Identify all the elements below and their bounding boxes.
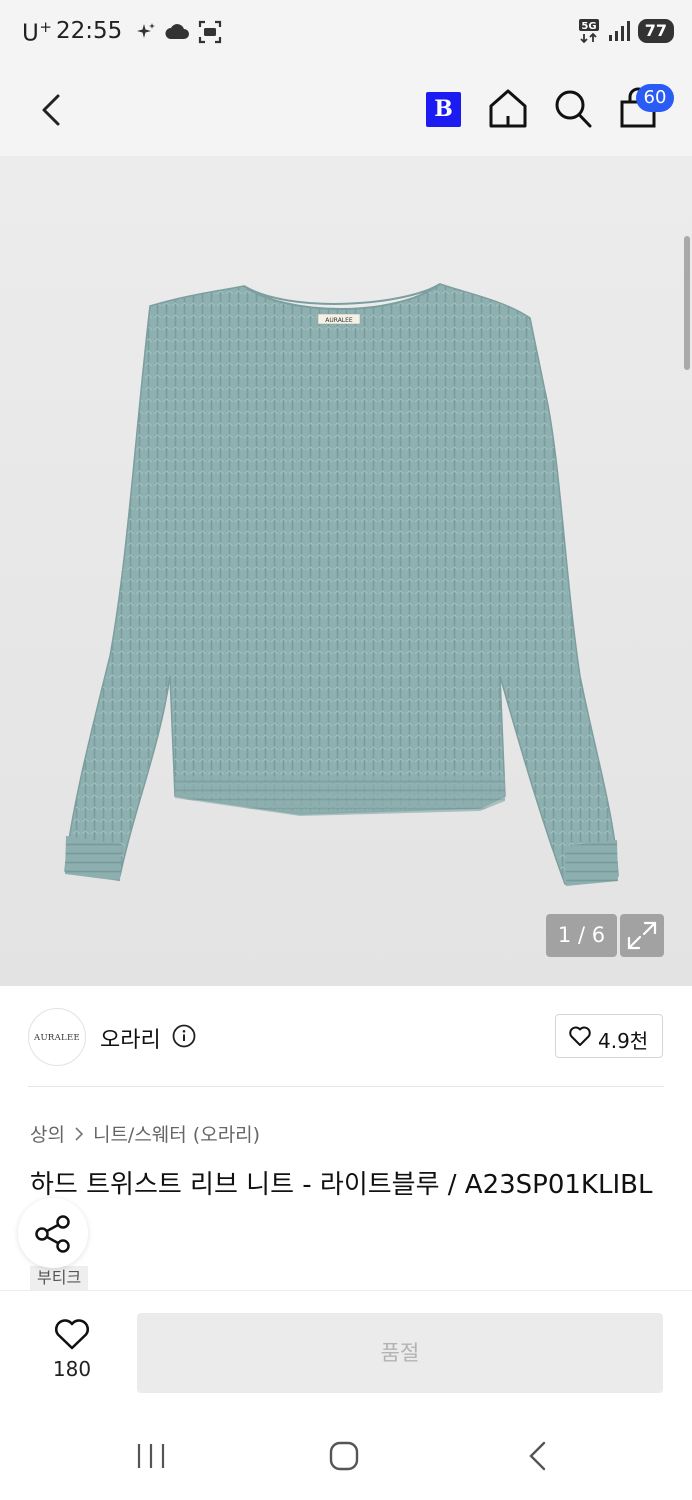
svg-text:5G: 5G	[581, 21, 596, 32]
back-button[interactable]	[32, 88, 72, 132]
chevron-right-icon	[75, 1126, 84, 1141]
breadcrumb-item-knit[interactable]: 니트/스웨터 (오라리)	[93, 1120, 260, 1147]
sparkle-icon	[137, 23, 155, 38]
product-title: 하드 트위스트 리브 니트 - 라이트블루 / A23SP01KLIBL	[30, 1170, 653, 1200]
brand-like-button[interactable]: 4.9천	[555, 1014, 663, 1058]
scroll-indicator[interactable]	[684, 236, 690, 370]
status-right: 5G 77	[578, 18, 674, 44]
image-counter: 1 / 6	[546, 914, 617, 957]
expand-icon	[627, 921, 657, 950]
system-back-icon[interactable]	[526, 1440, 550, 1472]
info-icon[interactable]	[172, 1024, 196, 1048]
top-nav: B 60	[0, 64, 692, 156]
chevron-left-icon	[42, 94, 60, 126]
network-5g-icon: 5G	[578, 19, 599, 44]
home-button[interactable]	[486, 86, 530, 130]
battery-indicator: 77	[637, 19, 674, 43]
brand-avatar[interactable]: AURALEE	[28, 1008, 86, 1066]
boutique-badge: 부티크	[30, 1266, 89, 1290]
home-icon	[489, 89, 527, 128]
product-image[interactable]: AURALEE	[0, 156, 692, 986]
status-notification-icons	[136, 20, 222, 44]
cloud-icon	[165, 24, 189, 39]
breadcrumb: 상의 니트/스웨터 (오라리)	[30, 1120, 260, 1147]
b-logo-button[interactable]: B	[426, 92, 461, 127]
wishlist-button[interactable]: 180	[40, 1315, 104, 1385]
share-icon	[35, 1215, 70, 1253]
bottom-action-bar: 180 품절	[0, 1290, 692, 1412]
sweater-image: AURALEE	[64, 283, 619, 886]
search-button[interactable]	[552, 86, 594, 130]
system-nav-bar	[0, 1412, 692, 1500]
search-icon	[555, 90, 592, 128]
carrier-label: U+	[22, 18, 53, 47]
wishlist-count: 180	[52, 1357, 92, 1381]
status-bar: U+ 22:55 5G 77	[0, 0, 692, 64]
divider	[28, 1086, 664, 1087]
brand-like-count: 4.9천	[598, 1029, 649, 1053]
cart-count-badge: 60	[636, 84, 674, 112]
system-home-icon[interactable]	[328, 1440, 360, 1472]
brand-name[interactable]: 오라리	[100, 1022, 161, 1054]
status-time: 22:55	[56, 18, 123, 44]
breadcrumb-item-top[interactable]: 상의	[30, 1120, 65, 1147]
screenshot-icon	[198, 20, 222, 44]
heart-icon	[569, 1026, 591, 1046]
heart-icon	[55, 1319, 89, 1350]
share-button[interactable]	[18, 1198, 88, 1268]
soldout-button[interactable]: 품절	[137, 1313, 663, 1393]
recent-apps-icon[interactable]	[136, 1442, 166, 1470]
brand-row: AURALEE 오라리 4.9천	[0, 986, 692, 1086]
signal-icon	[608, 21, 630, 41]
expand-button[interactable]	[620, 914, 664, 957]
garment-label: AURALEE	[325, 317, 353, 324]
